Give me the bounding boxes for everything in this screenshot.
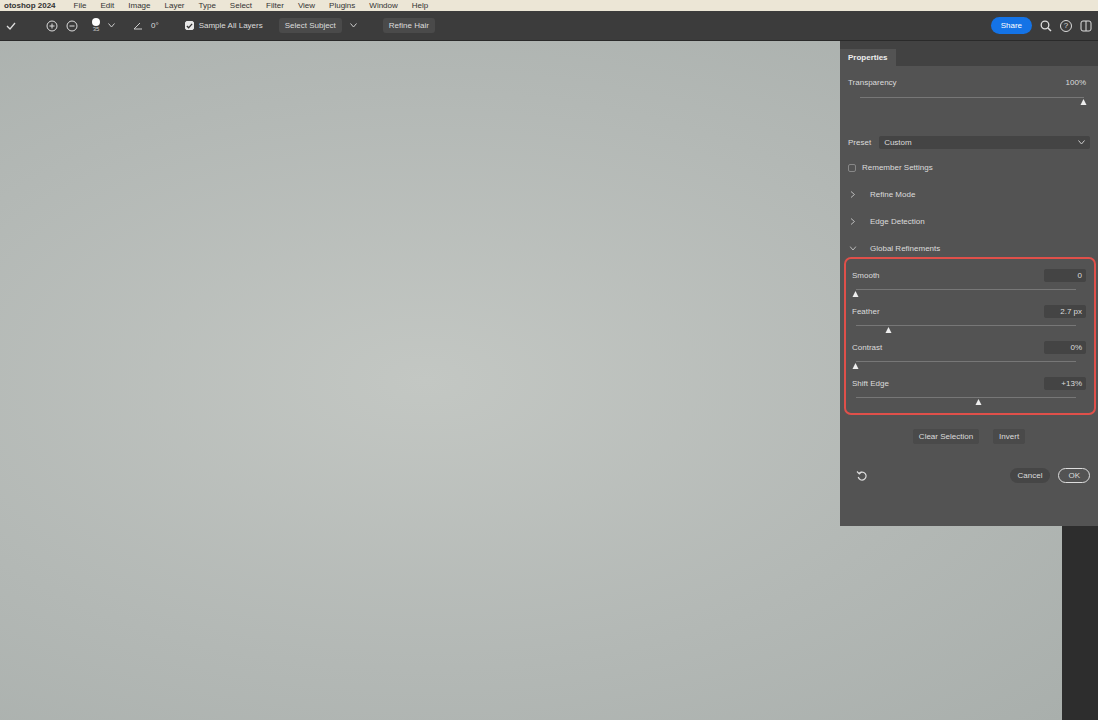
tab-strip: Properties <box>840 41 1098 66</box>
menu-bar: otoshop 2024 File Edit Image Layer Type Selec… <box>0 0 1098 11</box>
slider-value[interactable]: 2.7 px <box>1044 305 1086 318</box>
photoshop-window: otoshop 2024 File Edit Image Layer Type Selec… <box>0 0 1098 720</box>
menu-item[interactable]: Type <box>199 0 216 11</box>
properties-panel: Properties Transparency 100% Preset Cust… <box>840 41 1098 526</box>
slider-track[interactable] <box>856 289 1076 290</box>
preset-value: Custom <box>884 138 912 147</box>
menu-item[interactable]: Layer <box>165 0 185 11</box>
slider: Shift Edge +13% <box>852 377 1086 413</box>
menu-item[interactable]: Help <box>412 0 428 11</box>
menu-item[interactable]: Filter <box>266 0 284 11</box>
menu-item[interactable]: Edit <box>100 0 114 11</box>
footer-button[interactable]: Cancel <box>1010 468 1051 483</box>
chevron-icon <box>850 191 856 198</box>
checkbox-label: Sample All Layers <box>199 21 263 30</box>
footer-button[interactable]: OK <box>1058 468 1090 483</box>
slider-value[interactable]: +13% <box>1044 377 1086 390</box>
slider-label: Shift Edge <box>852 379 889 388</box>
reset-icon[interactable] <box>856 470 868 482</box>
slider: Feather 2.7 px <box>852 305 1086 341</box>
brush-dot-icon <box>92 18 100 26</box>
panel-button[interactable]: Invert <box>993 429 1025 444</box>
slider-thumb[interactable] <box>853 363 859 369</box>
workspace-icon[interactable] <box>1080 20 1092 32</box>
slider-label: Contrast <box>852 343 882 352</box>
section-header[interactable]: Global Refinements <box>848 244 1090 253</box>
slider-track[interactable] <box>856 361 1076 362</box>
slider-label: Smooth <box>852 271 880 280</box>
section-label: Global Refinements <box>870 244 940 253</box>
preset-label: Preset <box>848 138 871 147</box>
select-subject-button[interactable]: Select Subject <box>279 18 342 33</box>
chevron-down-icon[interactable] <box>108 23 115 28</box>
slider-track[interactable] <box>856 325 1076 326</box>
slider-thumb[interactable] <box>853 291 859 297</box>
global-refinements: Smooth 0 Feather 2.7 px Contrast 0% Shif… <box>844 257 1096 415</box>
checkmark-icon <box>186 22 193 30</box>
help-icon[interactable]: ? <box>1060 20 1072 32</box>
checkbox[interactable] <box>185 21 194 30</box>
menu-item[interactable]: Plugins <box>329 0 355 11</box>
remember-settings-label: Remember Settings <box>862 163 933 172</box>
menu-item[interactable]: Select <box>230 0 252 11</box>
brush-size[interactable]: 35 <box>92 18 100 33</box>
slider-thumb[interactable] <box>976 399 982 405</box>
angle-icon <box>133 21 143 30</box>
section-header[interactable]: Edge Detection <box>848 217 1090 226</box>
checkbox[interactable] <box>848 164 856 172</box>
remember-settings[interactable]: Remember Settings <box>848 163 1090 172</box>
menu-item[interactable]: Image <box>128 0 150 11</box>
slider-label: Feather <box>852 307 880 316</box>
slider-value[interactable]: 0 <box>1044 269 1086 282</box>
preset-dropdown[interactable]: Custom <box>879 136 1090 149</box>
menu-item[interactable]: View <box>298 0 315 11</box>
sample-all-layers[interactable]: Sample All Layers <box>185 21 263 30</box>
share-button[interactable]: Share <box>991 17 1032 34</box>
angle-value[interactable]: 0° <box>151 21 159 30</box>
panel-button[interactable]: Clear Selection <box>913 429 979 444</box>
refine-hair-button[interactable]: Refine Hair <box>383 18 435 33</box>
section-header[interactable]: Refine Mode <box>848 190 1090 199</box>
preset-row: Preset Custom <box>848 136 1090 149</box>
options-bar: 35 0° Sample All Layers Select Subject R… <box>0 11 1098 41</box>
section-label: Edge Detection <box>870 217 925 226</box>
transparency-slider[interactable] <box>860 97 1084 98</box>
chevron-down-icon[interactable] <box>350 23 357 28</box>
slider: Contrast 0% <box>852 341 1086 377</box>
chevron-down-icon <box>1078 140 1085 145</box>
chevron-icon <box>850 218 856 225</box>
menu-item[interactable]: Window <box>369 0 397 11</box>
menu-item[interactable]: File <box>74 0 87 11</box>
brush-size-value: 35 <box>93 26 100 33</box>
chevron-icon <box>850 246 857 252</box>
slider-track[interactable] <box>856 397 1076 398</box>
app-name: otoshop 2024 <box>4 0 56 11</box>
properties-tab[interactable]: Properties <box>840 49 896 66</box>
slider-value[interactable]: 0% <box>1044 341 1086 354</box>
slider: Smooth 0 <box>852 269 1086 305</box>
search-icon[interactable] <box>1040 20 1052 32</box>
slider-thumb[interactable] <box>1081 99 1087 105</box>
subtract-from-selection-icon[interactable] <box>66 20 78 32</box>
transparency-row: Transparency 100% <box>848 76 1090 89</box>
panel-footer: Cancel OK <box>848 468 1090 483</box>
selection-buttons: Clear Selection Invert <box>848 429 1090 444</box>
transparency-value[interactable]: 100% <box>1048 76 1090 89</box>
workspace: Properties Transparency 100% Preset Cust… <box>0 41 1098 720</box>
add-to-selection-icon[interactable] <box>46 20 58 32</box>
section-label: Refine Mode <box>870 190 915 199</box>
transparency-label: Transparency <box>848 78 897 87</box>
check-icon[interactable] <box>6 21 16 31</box>
slider-thumb[interactable] <box>886 327 892 333</box>
